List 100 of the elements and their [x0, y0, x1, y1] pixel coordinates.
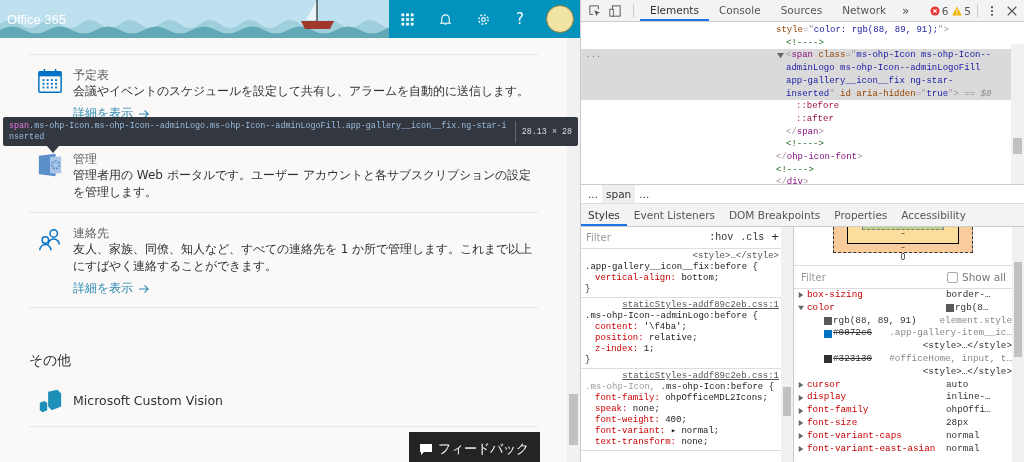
admin-gear-icon [37, 152, 63, 178]
people-icon [37, 226, 63, 252]
scrollbar[interactable] [1011, 44, 1024, 184]
feedback-button[interactable]: フィードバック [409, 432, 540, 462]
checkbox[interactable] [947, 271, 959, 283]
app-title[interactable]: 連絡先 [73, 225, 538, 241]
more-tabs-button[interactable]: » [896, 3, 916, 18]
help-button[interactable]: ? [516, 11, 524, 27]
app-description: 友人、家族、同僚、知人など、すべての連絡先を 1 か所で管理します。これまで以上にすばやく連絡することができます。 [73, 241, 534, 275]
class-toggle-button[interactable]: .cls [738, 232, 767, 243]
css-declaration[interactable]: font-variant: ▸ normal; [585, 426, 779, 437]
panel-tab[interactable]: Console [708, 0, 771, 21]
filter-field[interactable]: Filter [799, 270, 944, 284]
checkbox-label[interactable]: Show all [962, 271, 1006, 283]
property-name: font-size [807, 416, 859, 430]
hover-state-button[interactable]: :hov [707, 232, 736, 243]
property-value: 28px [946, 416, 969, 430]
property-name: box-sizing [807, 289, 864, 302]
collapsed-triangle-icon[interactable] [798, 407, 804, 414]
css-declaration[interactable]: content: '\f4ba'; [585, 322, 779, 333]
trace-value: #0072c6 [833, 327, 873, 341]
dom-tree-row[interactable]: ::after [581, 112, 1011, 126]
scrollbar[interactable] [781, 227, 793, 462]
closing-tag: </span> [786, 125, 824, 139]
settings-icon[interactable] [477, 12, 490, 26]
close-icon[interactable] [1006, 4, 1018, 17]
css-declaration[interactable]: vertical-align: bottom; [585, 273, 779, 284]
collapsed-triangle-icon[interactable] [798, 445, 804, 452]
markup-line: <span class="ms-ohp-Icon ms-ohp-Icon--adminLogo ms-ohp-Icon--adminLogoFill app-gallery__icon__fix ng-star-inserted" id aria-hidden="true"> == $0 [786, 49, 993, 101]
warning-count[interactable]: 5 [964, 4, 971, 17]
scrollbar[interactable] [1012, 227, 1024, 462]
avatar[interactable] [545, 5, 574, 33]
trace-source[interactable]: #officeHome, input, t… [889, 353, 1012, 366]
markup-line: ::before [796, 100, 840, 113]
bell-icon[interactable] [439, 12, 452, 26]
speech-bubble-icon [420, 443, 432, 455]
panel-tab[interactable]: Sources [770, 0, 833, 21]
calendar-icon [37, 68, 63, 94]
expanded-triangle-icon[interactable] [777, 52, 784, 60]
css-declaration[interactable]: font-weight: 400; [585, 415, 779, 426]
app-title[interactable]: 予定表 [73, 67, 538, 83]
breadcrumb[interactable]: ... [635, 185, 654, 203]
app-title[interactable]: Microsoft Custom Vision [73, 393, 224, 408]
trace-value: #323130 [833, 353, 873, 366]
new-rule-button[interactable]: + [769, 230, 781, 245]
property-name: cursor [807, 378, 842, 392]
dom-tree-row[interactable]: ::before [581, 100, 1011, 113]
stylesheet-link[interactable]: staticStyles-addf89c2eb.css:1 [622, 300, 779, 311]
device-toolbar-icon[interactable] [609, 4, 621, 17]
dom-tree-row[interactable]: </div> [581, 176, 1011, 184]
property-value: rgb(8… [955, 301, 989, 315]
position-value: 0 [900, 254, 906, 262]
inspect-element-icon[interactable] [589, 4, 601, 17]
breadcrumb[interactable]: span [602, 185, 636, 203]
collapsed-triangle-icon[interactable] [798, 381, 804, 388]
property-value: normal [946, 429, 980, 443]
error-icon[interactable] [929, 5, 940, 16]
markup-line: <!----> [786, 36, 824, 50]
stylesheet-link[interactable]: staticStyles-addf89c2eb.css:1 [622, 371, 779, 382]
app-launcher-icon[interactable] [401, 12, 414, 26]
sidebar-tab[interactable]: DOM Breakpoints [722, 204, 828, 226]
collapsed-triangle-icon[interactable] [798, 394, 804, 401]
collapsed-triangle-icon[interactable] [798, 292, 804, 299]
breadcrumb[interactable]: ... [584, 185, 602, 203]
dom-tree-row[interactable]: <!----> [581, 138, 1011, 152]
sidebar-tab[interactable]: Event Listeners [626, 204, 722, 226]
rule-source: <style>…</style> [692, 251, 779, 262]
dom-tree-row[interactable]: <!----> [581, 163, 1011, 177]
panel-tab[interactable]: Network [832, 0, 897, 21]
closing-tag: </ohp-icon-font> [776, 151, 863, 164]
collapsed-triangle-icon[interactable] [798, 433, 804, 440]
arrow-right-icon [139, 283, 150, 294]
filter-field[interactable]: Filter [584, 231, 705, 244]
details-link[interactable]: 詳細を表示 [73, 281, 150, 296]
trace-file[interactable]: <style>…</style> [922, 365, 1012, 377]
panel-tab[interactable]: Elements [640, 0, 709, 21]
collapsed-triangle-icon[interactable] [798, 420, 804, 427]
trace-source[interactable]: .app-gallery-item__ic… [889, 327, 1012, 341]
dom-tree-row[interactable]: <!----> [581, 36, 1011, 50]
css-declaration[interactable]: z-index: 1; [585, 344, 779, 355]
property-name: display [807, 391, 848, 405]
expanded-triangle-icon[interactable] [798, 305, 804, 312]
css-selector: .ms-ohp-Icon, [585, 382, 656, 392]
css-declaration[interactable]: position: relative; [585, 333, 779, 344]
app-title[interactable]: 管理 [73, 151, 538, 167]
css-declaration[interactable]: text-transform: none; [585, 437, 779, 448]
css-declaration[interactable]: font-family: ohpOfficeMDL2Icons; [585, 393, 779, 404]
property-value: auto [946, 378, 969, 392]
markup-line: <!----> [786, 138, 824, 152]
dom-tree-row[interactable]: style="color: rgb(88, 89, 91);"> [581, 24, 1011, 37]
error-count[interactable]: 6 [941, 4, 949, 17]
dom-tree-row[interactable]: ... <span class="ms-ohp-Icon ms-ohp-Icon--adminLogo ms-ohp-Icon--adminLogoFill app-gallery__icon__fix ng-star-inserted" id aria-hidden="true"> == $0 [581, 49, 1011, 101]
sidebar-tab[interactable]: Accessibility [894, 204, 973, 226]
sidebar-tab[interactable]: Styles [581, 204, 627, 226]
trace-source[interactable]: element.style [939, 314, 1012, 328]
css-selector: .ms-ohp-Icon:before { [659, 382, 775, 392]
sidebar-tab[interactable]: Properties [827, 204, 895, 226]
trace-file[interactable]: <style>…</style> [922, 340, 1012, 352]
trace-value: rgb(88, 89, 91) [833, 314, 917, 328]
css-declaration[interactable]: speak: none; [585, 404, 779, 415]
